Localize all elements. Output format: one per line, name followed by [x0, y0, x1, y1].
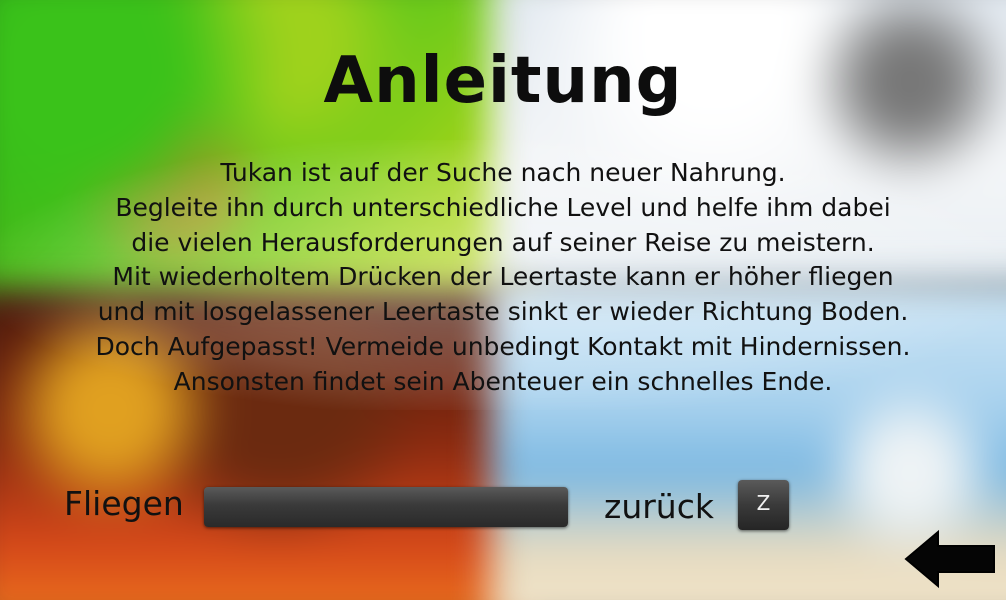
z-key: Z — [738, 480, 789, 530]
arrow-left-icon — [904, 529, 995, 589]
back-button[interactable] — [904, 528, 996, 590]
instruction-line: Ansonsten findet sein Abenteuer ein schn… — [173, 366, 833, 396]
instruction-line: Doch Aufgepasst! Vermeide unbedingt Kont… — [95, 331, 911, 361]
instruction-line: Tukan ist auf der Suche nach neuer Nahru… — [220, 158, 786, 187]
instruction-line: und mit losgelassener Leertaste sinkt er… — [97, 297, 909, 327]
spacebar-key — [204, 487, 568, 527]
instruction-line: Begleite ihn durch unterschiedliche Leve… — [115, 192, 891, 222]
fly-label: Fliegen — [64, 484, 184, 523]
instruction-line: die vielen Herausforderungen auf seiner … — [131, 227, 875, 257]
back-label: zurück — [604, 487, 714, 526]
instructions-text: Tukan ist auf der Suche nach neuer Nahru… — [0, 156, 1006, 400]
instruction-line: Mit wiederholtem Drücken der Leertaste k… — [112, 262, 894, 292]
page-title: Anleitung — [323, 44, 683, 118]
